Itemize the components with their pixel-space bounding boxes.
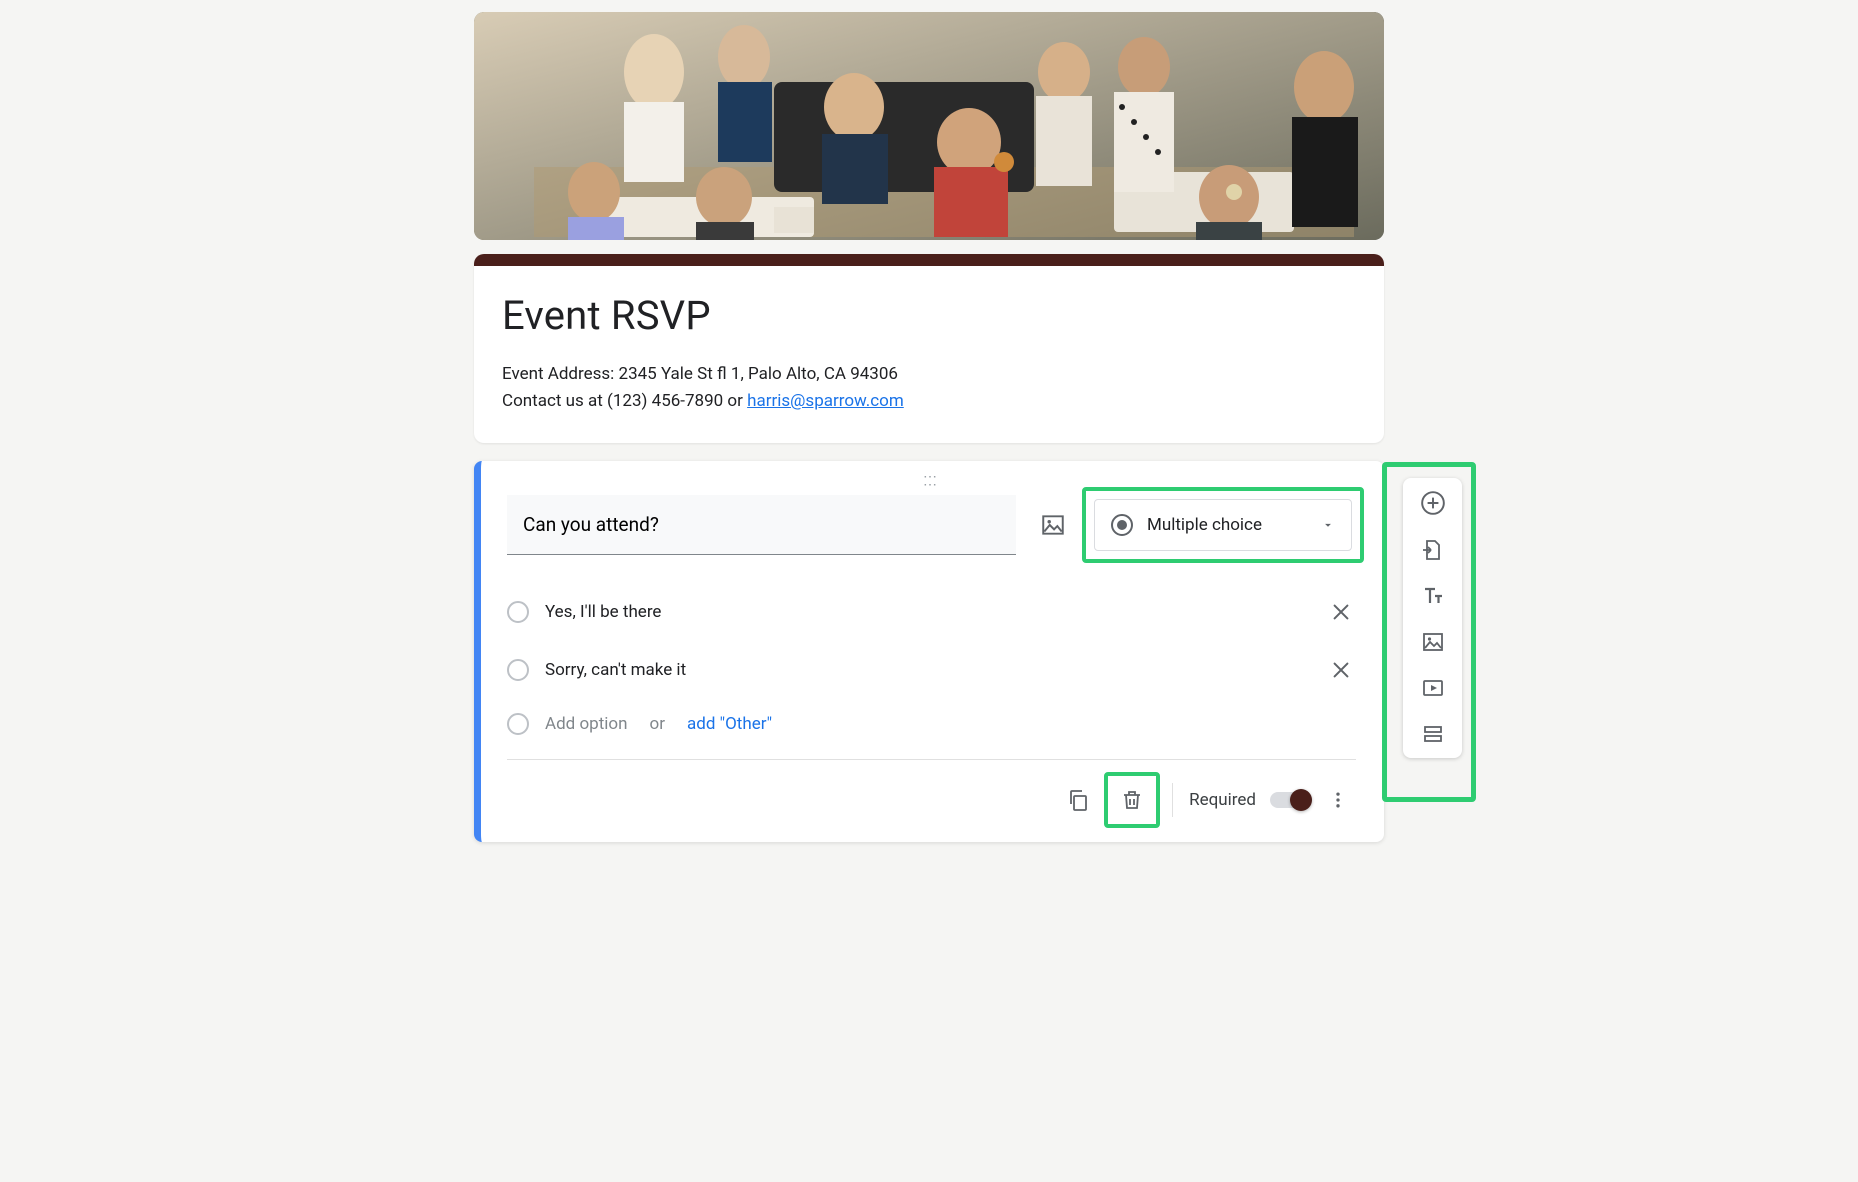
add-other-button[interactable]: add "Other"	[687, 714, 772, 734]
duplicate-button[interactable]	[1058, 780, 1098, 820]
video-icon	[1421, 676, 1445, 700]
option-text[interactable]: Sorry, can't make it	[545, 660, 1310, 680]
required-label: Required	[1189, 790, 1256, 810]
import-questions-button[interactable]	[1421, 538, 1445, 562]
form-title-card[interactable]: Event RSVP Event Address: 2345 Yale St f…	[474, 254, 1384, 443]
trash-icon	[1120, 788, 1144, 812]
close-icon	[1330, 659, 1352, 681]
more-vert-icon	[1328, 788, 1348, 812]
divider	[1172, 783, 1173, 817]
section-icon	[1421, 722, 1445, 746]
close-icon	[1330, 601, 1352, 623]
radio-outline-icon	[507, 713, 529, 735]
add-question-button[interactable]	[1420, 490, 1446, 516]
image-icon	[1040, 512, 1066, 538]
add-or-text: or	[650, 714, 665, 734]
question-footer: Required	[507, 759, 1356, 842]
option-row[interactable]: Sorry, can't make it	[507, 641, 1356, 699]
toggle-knob	[1290, 789, 1312, 811]
copy-icon	[1066, 788, 1090, 812]
radio-icon	[1111, 514, 1133, 536]
question-title-input[interactable]	[507, 495, 1016, 555]
form-header-image	[474, 12, 1384, 240]
add-section-button[interactable]	[1421, 722, 1445, 746]
form-description-line2: Contact us at (123) 456-7890 or harris@s…	[502, 388, 1356, 415]
insert-image-button[interactable]	[1036, 508, 1070, 542]
option-text[interactable]: Yes, I'll be there	[545, 602, 1310, 622]
plus-circle-icon	[1420, 490, 1446, 516]
radio-outline-icon	[507, 601, 529, 623]
form-description[interactable]: Event Address: 2345 Yale St fl 1, Palo A…	[502, 361, 1356, 415]
more-options-button[interactable]	[1320, 784, 1356, 816]
add-video-button[interactable]	[1421, 676, 1445, 700]
form-title[interactable]: Event RSVP	[502, 292, 1356, 339]
add-option-text[interactable]: Add option	[545, 714, 628, 734]
chevron-down-icon	[1321, 518, 1335, 532]
form-description-line1: Event Address: 2345 Yale St fl 1, Palo A…	[502, 361, 1356, 388]
delete-highlight	[1104, 772, 1160, 828]
image-icon	[1421, 630, 1445, 654]
option-row[interactable]: Yes, I'll be there	[507, 583, 1356, 641]
question-card[interactable]: ⋯⋯ Multiple choice Yes, I'll be there	[474, 461, 1384, 842]
contact-email-link[interactable]: harris@sparrow.com	[747, 391, 904, 411]
import-icon	[1421, 538, 1445, 562]
remove-option-button[interactable]	[1326, 655, 1356, 685]
add-image-button[interactable]	[1421, 630, 1445, 654]
remove-option-button[interactable]	[1326, 597, 1356, 627]
delete-button[interactable]	[1112, 780, 1152, 820]
floating-toolbar	[1403, 478, 1462, 758]
question-type-label: Multiple choice	[1147, 515, 1307, 535]
required-toggle[interactable]	[1270, 792, 1310, 808]
radio-outline-icon	[507, 659, 529, 681]
question-type-highlight: Multiple choice	[1082, 487, 1364, 563]
options-list: Yes, I'll be there Sorry, can't make it …	[507, 583, 1356, 759]
text-icon	[1420, 584, 1446, 608]
question-type-selector[interactable]: Multiple choice	[1094, 499, 1352, 551]
add-title-button[interactable]	[1420, 584, 1446, 608]
add-option-row: Add option or add "Other"	[507, 699, 1356, 759]
